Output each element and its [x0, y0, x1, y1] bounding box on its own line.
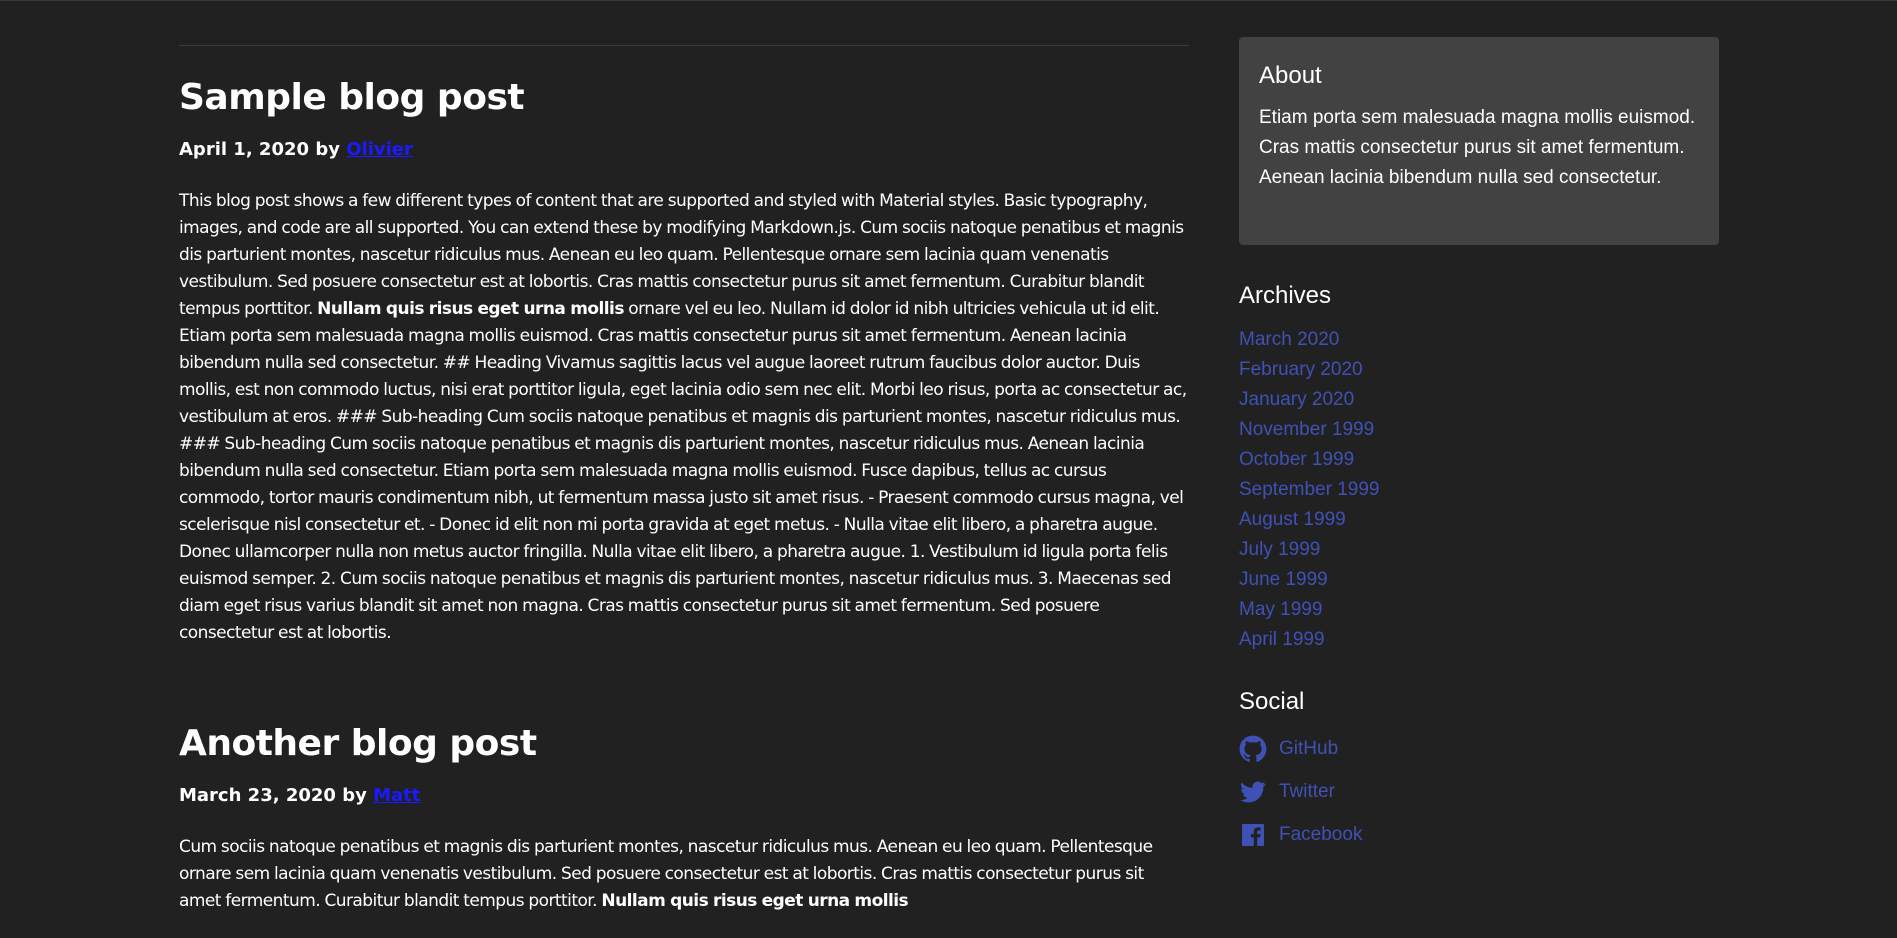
github-icon [1239, 735, 1267, 763]
top-border [0, 0, 1897, 1]
post-meta: April 1, 2020 by Olivier [179, 138, 1189, 162]
archives-list: March 2020 February 2020 January 2020 No… [1239, 325, 1380, 655]
post-by-label: by [342, 785, 367, 806]
social-link-twitter[interactable]: Twitter [1239, 770, 1362, 813]
twitter-icon [1239, 778, 1267, 806]
sidebar: About Etiam porta sem malesuada magna mo… [1239, 37, 1719, 846]
post-body: This blog post shows a few different typ… [179, 188, 1189, 647]
social-link-github[interactable]: GitHub [1239, 727, 1362, 770]
post-title: Sample blog post [179, 77, 525, 118]
about-title: About [1259, 62, 1322, 89]
social-title: Social [1239, 688, 1305, 715]
post-by-label: by [315, 139, 340, 160]
social-link-label: GitHub [1279, 737, 1339, 759]
author-link[interactable]: Olivier [346, 139, 413, 160]
archive-link[interactable]: January 2020 [1239, 385, 1380, 415]
main-divider [179, 45, 1189, 46]
post-body-bold: Nullam quis risus eget urna mollis [317, 299, 624, 319]
social-link-label: Facebook [1279, 823, 1363, 845]
post-date: March 23, 2020 [179, 785, 336, 806]
archive-link[interactable]: June 1999 [1239, 565, 1380, 595]
archive-link[interactable]: November 1999 [1239, 415, 1380, 445]
author-link[interactable]: Matt [373, 785, 420, 806]
archive-link[interactable]: October 1999 [1239, 445, 1380, 475]
post-date: April 1, 2020 [179, 139, 310, 160]
archive-link[interactable]: September 1999 [1239, 475, 1380, 505]
post-body: Cum sociis natoque penatibus et magnis d… [179, 834, 1189, 915]
about-card: About Etiam porta sem malesuada magna mo… [1239, 37, 1719, 245]
archive-link[interactable]: May 1999 [1239, 595, 1380, 625]
blog-post: Sample blog post April 1, 2020 by Olivie… [179, 76, 1189, 647]
blog-post: Another blog post March 23, 2020 by Matt… [179, 722, 1189, 915]
post-body-bold: Nullam quis risus eget urna mollis [601, 891, 909, 911]
social-list: GitHub Twitter Facebook [1239, 727, 1362, 856]
post-meta: March 23, 2020 by Matt [179, 784, 1189, 808]
social-link-label: Twitter [1279, 780, 1335, 802]
archive-link[interactable]: August 1999 [1239, 505, 1380, 535]
about-text: Etiam porta sem malesuada magna mollis e… [1259, 107, 1696, 188]
archive-link[interactable]: April 1999 [1239, 625, 1380, 655]
archives-title: Archives [1239, 282, 1332, 309]
archive-link[interactable]: March 2020 [1239, 325, 1380, 355]
facebook-icon [1239, 821, 1267, 849]
post-title: Another blog post [179, 723, 537, 764]
social-link-facebook[interactable]: Facebook [1239, 813, 1362, 856]
archive-link[interactable]: July 1999 [1239, 535, 1380, 565]
archive-link[interactable]: February 2020 [1239, 355, 1380, 385]
post-body-text-rest: ornare vel eu leo. Nullam id dolor id ni… [179, 299, 1187, 643]
